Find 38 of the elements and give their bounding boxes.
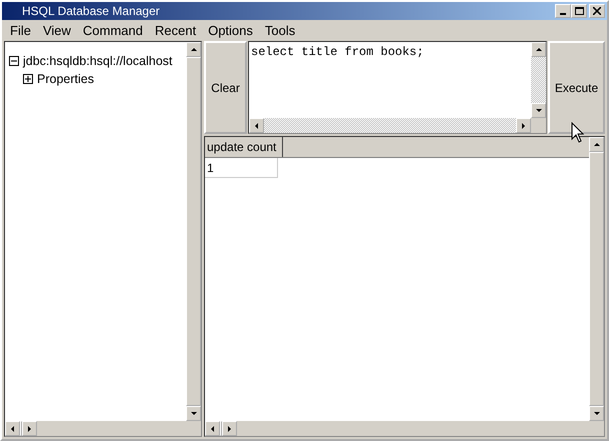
scroll-arrow-button[interactable]: [5, 421, 20, 436]
scroll-arrow-button[interactable]: [186, 42, 201, 57]
menu-item[interactable]: Recent: [148, 23, 202, 38]
scroll-arrow-button[interactable]: [531, 103, 546, 118]
scroll-arrow-button[interactable]: [516, 118, 531, 133]
vertical-scrollbar[interactable]: [531, 42, 546, 118]
minimize-button[interactable]: [555, 4, 571, 18]
clear-button[interactable]: Clear: [204, 41, 247, 134]
scroll-arrow-button[interactable]: [589, 137, 604, 152]
scroll-arrow-button[interactable]: [222, 421, 237, 436]
menu-item[interactable]: Command: [76, 23, 149, 38]
menu-item[interactable]: Tools: [258, 23, 302, 38]
query-editor[interactable]: select title from books;: [249, 42, 531, 118]
scroll-arrow-button[interactable]: [589, 406, 604, 421]
scroll-arrow-button[interactable]: [205, 421, 220, 436]
horizontal-scrollbar[interactable]: [5, 421, 37, 436]
horizontal-scrollbar[interactable]: [205, 421, 237, 436]
scroll-arrow-button[interactable]: [22, 421, 37, 436]
scroll-arrow-button[interactable]: [249, 118, 264, 133]
menu-item[interactable]: View: [36, 23, 77, 38]
scroll-arrow-button[interactable]: [186, 406, 201, 421]
maximize-icon: [574, 7, 584, 15]
tree-item[interactable]: Properties: [37, 72, 94, 86]
menu-item[interactable]: Options: [202, 23, 259, 38]
plus-box-icon[interactable]: [23, 74, 33, 84]
horizontal-scrollbar[interactable]: [249, 118, 531, 133]
scroll-arrow-button[interactable]: [531, 42, 546, 57]
table-cell: 1: [205, 158, 278, 178]
close-button[interactable]: [589, 4, 605, 18]
minus-box-icon[interactable]: [9, 56, 19, 66]
close-icon: [593, 7, 601, 15]
window-title: HSQL Database Manager: [22, 4, 160, 18]
tree-item[interactable]: jdbc:hsqldb:hsql://localhost: [23, 54, 172, 68]
maximize-button[interactable]: [571, 4, 587, 18]
mouse-pointer-icon: [571, 122, 585, 144]
execute-button[interactable]: Execute: [548, 41, 605, 134]
menu-item[interactable]: File: [4, 23, 37, 38]
column-header[interactable]: update count: [205, 137, 283, 157]
